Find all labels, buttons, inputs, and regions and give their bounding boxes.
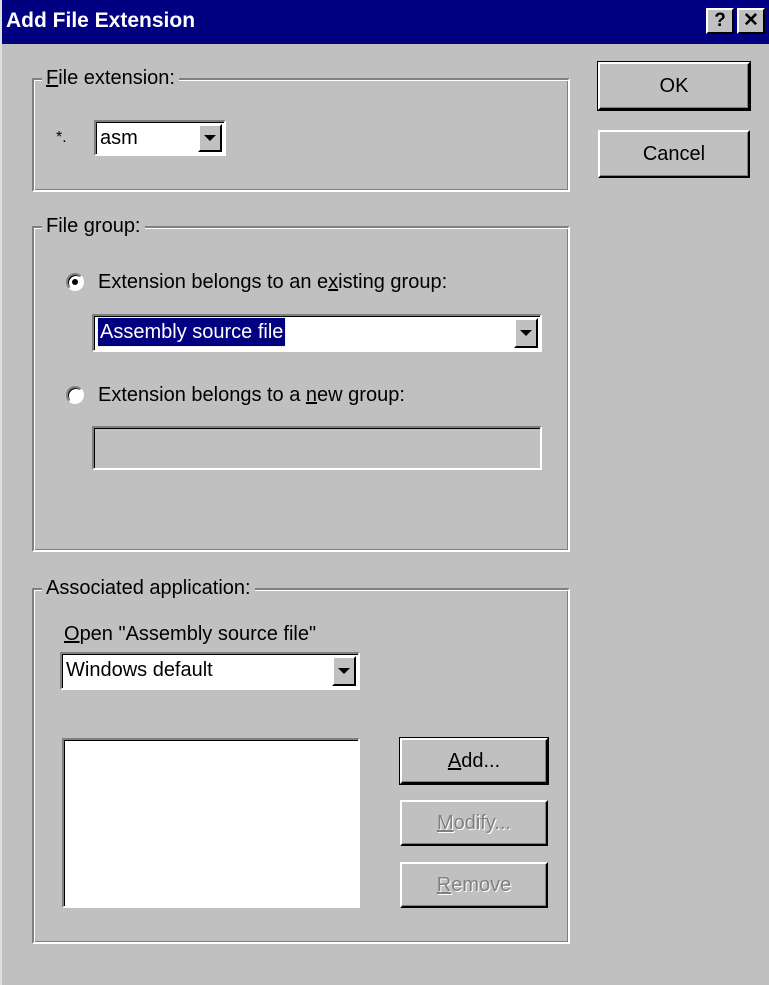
new-group-radio[interactable] bbox=[66, 386, 84, 404]
application-list[interactable] bbox=[62, 738, 360, 908]
extension-prefix: *. bbox=[56, 129, 67, 146]
ok-button[interactable]: OK bbox=[597, 61, 751, 111]
radio-selected-dot bbox=[72, 279, 78, 285]
application-dropdown-button[interactable] bbox=[332, 656, 356, 686]
extension-combo[interactable]: asm bbox=[94, 120, 226, 156]
existing-group-label[interactable]: Extension belongs to an existing group: bbox=[98, 270, 447, 294]
extension-combo-value[interactable]: asm bbox=[100, 124, 138, 152]
open-with-label: Open "Assembly source file" bbox=[64, 623, 317, 645]
add-button[interactable]: Add... bbox=[399, 737, 549, 785]
file-group-label: File group: bbox=[42, 214, 145, 238]
existing-group-combo[interactable]: Assembly source file bbox=[92, 314, 542, 352]
existing-group-combo-value[interactable]: Assembly source file bbox=[96, 317, 287, 347]
chevron-down-icon bbox=[204, 135, 216, 141]
modify-button[interactable]: Modify... bbox=[400, 800, 548, 846]
application-combo-value[interactable]: Windows default bbox=[66, 656, 213, 684]
associated-application-label: Associated application: bbox=[42, 576, 255, 600]
existing-group-radio[interactable] bbox=[66, 273, 84, 291]
new-group-field[interactable] bbox=[92, 426, 542, 470]
new-group-label[interactable]: Extension belongs to a new group: bbox=[98, 383, 405, 407]
application-combo[interactable]: Windows default bbox=[60, 652, 360, 690]
existing-group-dropdown-button[interactable] bbox=[514, 318, 538, 348]
title-bar[interactable]: Add File Extension ? ✕ bbox=[2, 0, 769, 44]
window-title: Add File Extension bbox=[6, 9, 196, 32]
file-extension-group-label: File extension: bbox=[42, 66, 179, 90]
add-file-extension-dialog: Add File Extension ? ✕ OK Cancel File ex… bbox=[0, 0, 769, 985]
cancel-button[interactable]: Cancel bbox=[598, 130, 750, 178]
chevron-down-icon bbox=[520, 330, 532, 336]
close-button[interactable]: ✕ bbox=[737, 8, 765, 34]
remove-button[interactable]: Remove bbox=[400, 862, 548, 908]
chevron-down-icon bbox=[338, 668, 350, 674]
help-button[interactable]: ? bbox=[706, 8, 734, 34]
extension-dropdown-button[interactable] bbox=[198, 124, 222, 152]
